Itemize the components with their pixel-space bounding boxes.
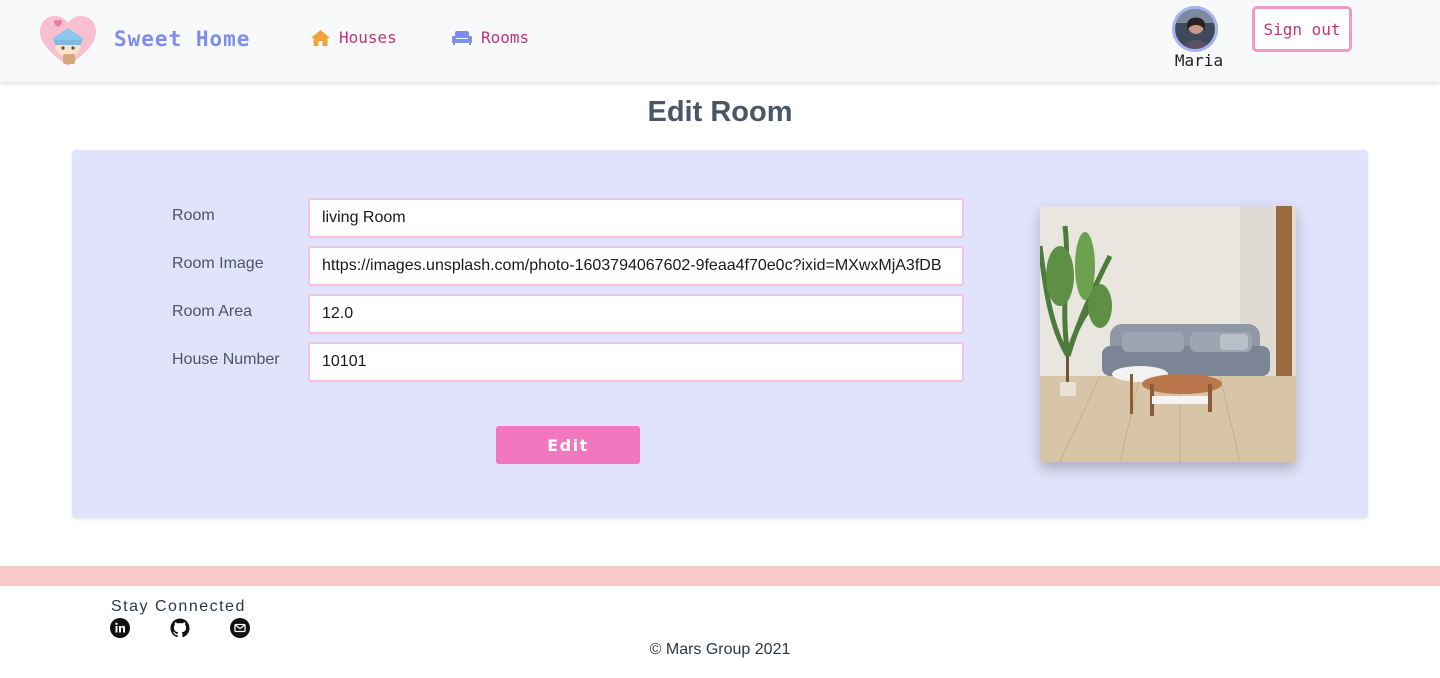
sofa-icon	[452, 30, 472, 45]
room-area-label: Room Area	[172, 303, 253, 320]
nav-houses-link[interactable]: Houses	[311, 28, 397, 47]
room-name-label: Room	[172, 207, 215, 224]
mail-icon[interactable]	[230, 618, 250, 638]
avatar-image	[1175, 9, 1215, 49]
house-number-label: House Number	[172, 351, 280, 368]
user-avatar[interactable]	[1172, 6, 1218, 52]
edit-room-card: Room Room Image Room Area House Number E…	[72, 150, 1368, 518]
copyright-text: © Mars Group 2021	[649, 641, 791, 658]
github-icon[interactable]	[170, 618, 190, 638]
nav-rooms-link[interactable]: Rooms	[452, 28, 529, 47]
logo-icon[interactable]	[38, 14, 98, 68]
footer-divider	[0, 566, 1440, 586]
edit-submit-button[interactable]: Edit	[496, 426, 640, 464]
user-name: Maria	[1174, 51, 1224, 70]
brand-name[interactable]: Sweet Home	[114, 27, 250, 51]
top-navbar: Sweet Home Houses Rooms Maria Sign out	[0, 0, 1440, 82]
room-image-label: Room Image	[172, 255, 264, 272]
linkedin-icon[interactable]	[110, 618, 130, 638]
nav-houses-label: Houses	[339, 28, 397, 47]
room-image-preview	[1040, 206, 1296, 462]
room-photo-image	[1040, 206, 1296, 462]
house-number-input[interactable]	[308, 342, 964, 382]
room-name-input[interactable]	[308, 198, 964, 238]
room-image-input[interactable]	[308, 246, 964, 286]
house-icon	[311, 29, 330, 46]
stay-connected-label: Stay Connected	[111, 598, 246, 615]
room-area-input[interactable]	[308, 294, 964, 334]
page-title: Edit Room	[647, 96, 793, 128]
sign-out-button[interactable]: Sign out	[1252, 6, 1352, 52]
nav-rooms-label: Rooms	[481, 28, 530, 47]
